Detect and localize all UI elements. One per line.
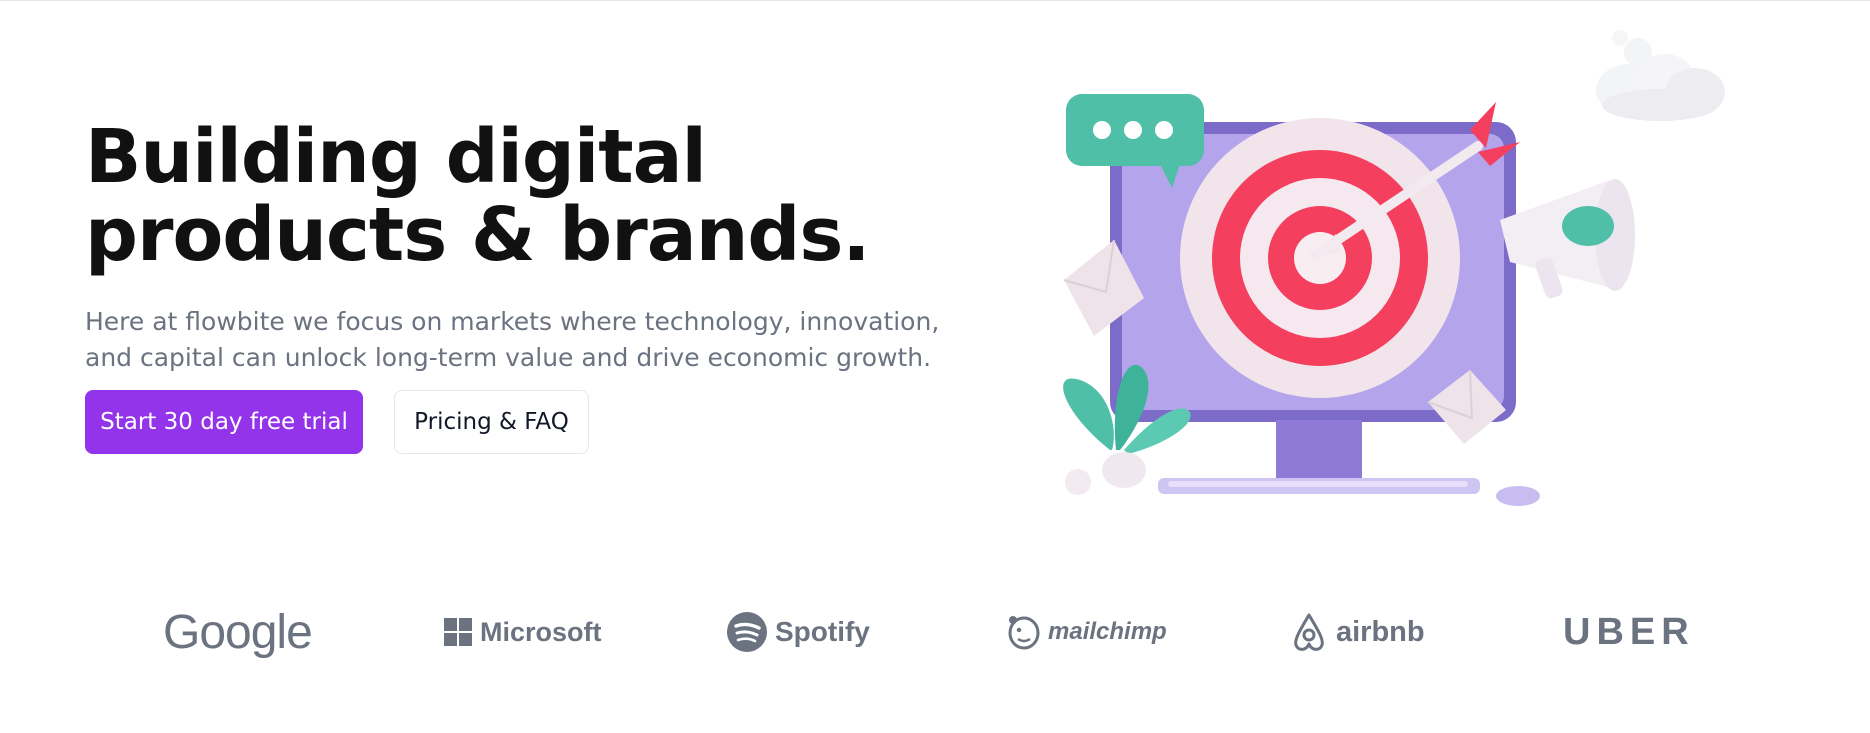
microsoft-logo-text: Microsoft (480, 616, 602, 647)
microsoft-windows-icon (444, 618, 472, 646)
hero-title: Building digital products & brands. (85, 118, 945, 274)
target-icon (1180, 118, 1460, 398)
uber-logo: UBER (1563, 600, 1695, 664)
hero-subtitle-line-1: Here at flowbite we focus on markets whe… (85, 307, 940, 336)
logo-strip: Google Microsoft Spotify mailchimp airbn… (0, 600, 1870, 664)
spotify-logo-text: Spotify (775, 616, 870, 647)
airbnb-icon (1294, 613, 1324, 651)
mailchimp-logo-text: mailchimp (1048, 618, 1167, 645)
spotify-logo: Spotify (727, 600, 870, 664)
hero-section: Building digital products & brands. Here… (85, 118, 945, 376)
megaphone-icon (1500, 179, 1635, 299)
start-trial-button[interactable]: Start 30 day free trial (85, 390, 363, 454)
hero-illustration (1040, 30, 1760, 520)
hero-title-line-2: products & brands. (85, 192, 871, 278)
mailchimp-logo: mailchimp (1006, 600, 1167, 664)
airbnb-logo-text: airbnb (1336, 615, 1425, 648)
hero-subtitle: Here at flowbite we focus on markets whe… (85, 304, 945, 376)
airbnb-logo: airbnb (1290, 600, 1425, 664)
mouse (1496, 486, 1540, 506)
microsoft-logo: Microsoft (444, 600, 602, 664)
uber-logo-text: UBER (1563, 610, 1695, 653)
spotify-icon (727, 612, 767, 652)
hero-title-line-1: Building digital (85, 114, 707, 200)
hero-actions: Start 30 day free trial Pricing & FAQ (85, 390, 589, 454)
target-on-monitor-illustration (1063, 30, 1725, 506)
mailchimp-icon (1008, 616, 1040, 650)
google-logo: Google (163, 600, 313, 664)
top-divider (0, 0, 1870, 1)
cloud-icon (1596, 30, 1725, 121)
hero-subtitle-line-2: and capital can unlock long-term value a… (85, 343, 932, 372)
google-logo-text: Google (163, 605, 313, 659)
pricing-faq-button[interactable]: Pricing & FAQ (394, 390, 589, 454)
